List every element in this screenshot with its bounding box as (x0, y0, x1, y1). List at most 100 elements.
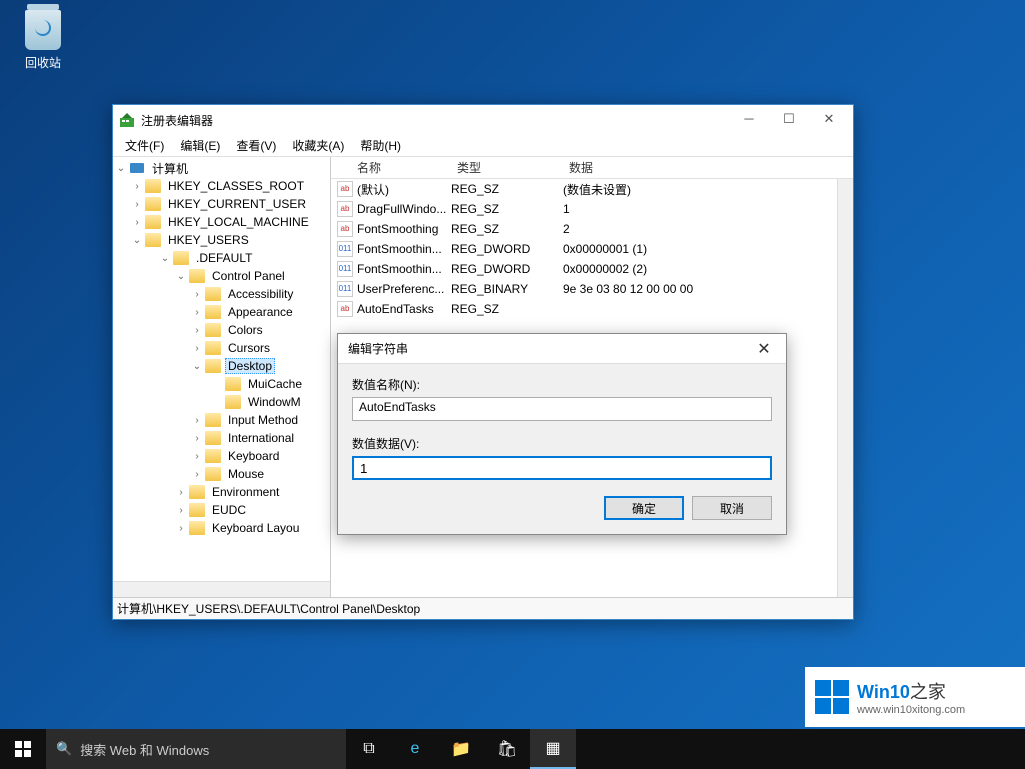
tree-item[interactable]: › Accessibility (113, 285, 330, 303)
tree-item[interactable]: ⌄ 计算机 (113, 159, 330, 177)
expand-icon[interactable]: › (191, 469, 203, 480)
store-button[interactable]: 🛍 (484, 729, 530, 769)
tree-item[interactable]: › Mouse (113, 465, 330, 483)
value-type-icon: ab (337, 181, 353, 197)
menu-view[interactable]: 查看(V) (228, 135, 284, 156)
start-button[interactable] (0, 729, 46, 769)
tree-item[interactable]: › Appearance (113, 303, 330, 321)
close-button[interactable]: ✕ (809, 106, 849, 134)
folder-icon (205, 323, 221, 337)
cancel-button[interactable]: 取消 (692, 496, 772, 520)
tree-item[interactable]: › HKEY_LOCAL_MACHINE (113, 213, 330, 231)
expand-icon[interactable]: › (131, 181, 143, 192)
list-row[interactable]: ab DragFullWindo... REG_SZ 1 (331, 199, 853, 219)
column-data[interactable]: 数据 (563, 159, 853, 176)
expand-icon[interactable]: › (191, 451, 203, 462)
folder-icon (145, 197, 161, 211)
value-data-input[interactable] (352, 456, 772, 480)
expand-icon[interactable]: › (191, 289, 203, 300)
expand-icon[interactable]: › (175, 505, 187, 516)
expand-icon[interactable]: › (191, 307, 203, 318)
tree-item-label: Cursors (225, 341, 273, 355)
value-type-icon: ab (337, 221, 353, 237)
edge-button[interactable]: e (392, 729, 438, 769)
tree-item[interactable]: › Environment (113, 483, 330, 501)
list-row[interactable]: 011 FontSmoothin... REG_DWORD 0x00000001… (331, 239, 853, 259)
value-data-label: 数值数据(V): (352, 435, 772, 452)
menu-file[interactable]: 文件(F) (117, 135, 172, 156)
expand-icon[interactable]: › (175, 523, 187, 534)
expand-icon[interactable]: › (191, 343, 203, 354)
list-row[interactable]: 011 FontSmoothin... REG_DWORD 0x00000002… (331, 259, 853, 279)
list-row[interactable]: ab FontSmoothing REG_SZ 2 (331, 219, 853, 239)
expand-icon[interactable]: › (191, 415, 203, 426)
expand-icon[interactable]: ⌄ (131, 235, 143, 246)
value-type-icon: 011 (337, 261, 353, 277)
expand-icon[interactable]: › (175, 487, 187, 498)
tree-item[interactable]: › International (113, 429, 330, 447)
menu-favorites[interactable]: 收藏夹(A) (284, 135, 352, 156)
expand-icon[interactable]: › (131, 199, 143, 210)
explorer-button[interactable]: 📁 (438, 729, 484, 769)
expand-icon[interactable]: ⌄ (175, 271, 187, 282)
folder-icon (145, 215, 161, 229)
tree-item[interactable]: › HKEY_CURRENT_USER (113, 195, 330, 213)
tree-item[interactable]: › EUDC (113, 501, 330, 519)
list-header: 名称 类型 数据 (331, 157, 853, 179)
tree-item[interactable]: ⌄ .DEFAULT (113, 249, 330, 267)
maximize-button[interactable]: ☐ (769, 106, 809, 134)
tree-item[interactable]: ⌄ Desktop (113, 357, 330, 375)
expand-icon[interactable]: › (191, 433, 203, 444)
value-name: AutoEndTasks (357, 302, 451, 316)
tree-item-label: WindowM (245, 395, 304, 409)
expand-icon[interactable]: › (131, 217, 143, 228)
list-row[interactable]: ab (默认) REG_SZ (数值未设置) (331, 179, 853, 199)
expand-icon[interactable]: ⌄ (191, 361, 203, 372)
ok-button[interactable]: 确定 (604, 496, 684, 520)
value-name: FontSmoothin... (357, 262, 451, 276)
tree-item[interactable]: › Colors (113, 321, 330, 339)
value-type: REG_SZ (451, 202, 563, 216)
tree-item[interactable]: › HKEY_CLASSES_ROOT (113, 177, 330, 195)
task-view-button[interactable]: ⧉ (346, 729, 392, 769)
column-type[interactable]: 类型 (451, 159, 563, 176)
titlebar[interactable]: 注册表编辑器 ─ ☐ ✕ (113, 105, 853, 135)
regedit-taskbar-button[interactable]: ▦ (530, 729, 576, 769)
tree-item-label: Keyboard Layou (209, 521, 302, 535)
value-type-icon: ab (337, 201, 353, 217)
tree-item[interactable]: ⌄ Control Panel (113, 267, 330, 285)
menu-help[interactable]: 帮助(H) (352, 135, 409, 156)
list-vertical-scrollbar[interactable] (837, 179, 853, 597)
search-icon: 🔍 (56, 741, 72, 757)
minimize-button[interactable]: ─ (729, 106, 769, 134)
tree-item[interactable]: MuiCache (113, 375, 330, 393)
taskbar-search[interactable]: 🔍 搜索 Web 和 Windows (46, 729, 346, 769)
tree-item-label: HKEY_USERS (165, 233, 252, 247)
expand-icon[interactable]: › (191, 325, 203, 336)
expand-icon[interactable]: ⌄ (159, 253, 171, 264)
tree-item[interactable]: ⌄ HKEY_USERS (113, 231, 330, 249)
folder-icon (225, 395, 241, 409)
tree-item-label: HKEY_LOCAL_MACHINE (165, 215, 312, 229)
tree-item[interactable]: › Cursors (113, 339, 330, 357)
list-row[interactable]: 011 UserPreferenc... REG_BINARY 9e 3e 03… (331, 279, 853, 299)
recycle-bin[interactable]: 回收站 (18, 10, 68, 71)
recycle-bin-icon (25, 10, 61, 50)
list-row[interactable]: ab AutoEndTasks REG_SZ (331, 299, 853, 319)
value-name-field[interactable]: AutoEndTasks (352, 397, 772, 421)
window-title: 注册表编辑器 (141, 112, 729, 129)
tree-item[interactable]: › Keyboard Layou (113, 519, 330, 537)
column-name[interactable]: 名称 (331, 159, 451, 176)
tree-item[interactable]: › Keyboard (113, 447, 330, 465)
tree-item[interactable]: › Input Method (113, 411, 330, 429)
value-type: REG_DWORD (451, 262, 563, 276)
taskbar: 🔍 搜索 Web 和 Windows ⧉ e 📁 🛍 ▦ (0, 729, 1025, 769)
tree-item[interactable]: WindowM (113, 393, 330, 411)
tree-horizontal-scrollbar[interactable] (113, 581, 330, 597)
dialog-titlebar[interactable]: 编辑字符串 ✕ (338, 334, 786, 364)
dialog-close-button[interactable]: ✕ (748, 339, 780, 359)
tree-item-label: International (225, 431, 297, 445)
menu-edit[interactable]: 编辑(E) (172, 135, 228, 156)
expand-icon[interactable]: ⌄ (115, 163, 127, 174)
tree-pane[interactable]: ⌄ 计算机 › HKEY_CLASSES_ROOT › HKEY_CURRENT… (113, 157, 331, 597)
